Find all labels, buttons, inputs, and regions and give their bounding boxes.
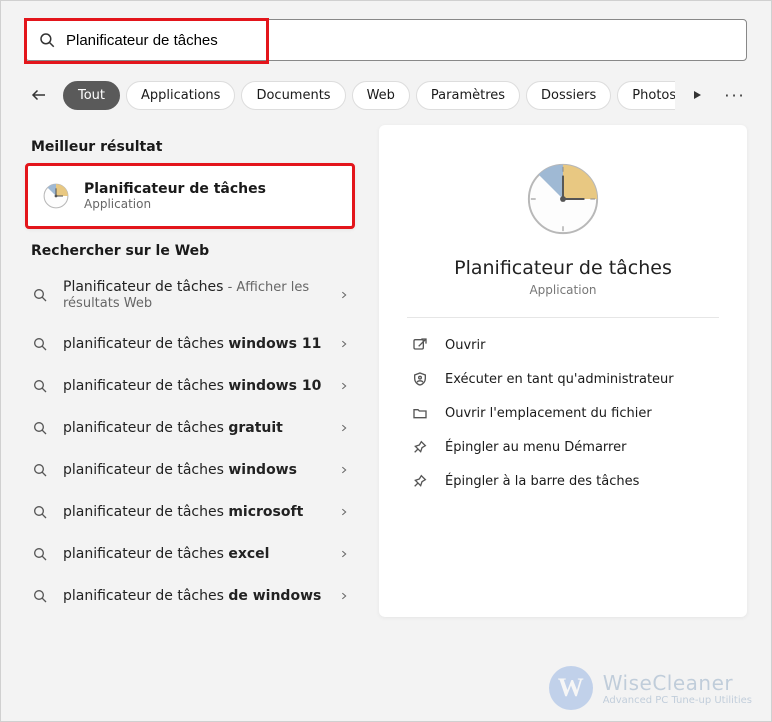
chevron-right-icon <box>339 591 349 601</box>
best-result-heading: Meilleur résultat <box>31 139 355 155</box>
web-result-text: planificateur de tâches windows 11 <box>63 336 321 352</box>
search-icon <box>31 503 49 521</box>
web-result-text: planificateur de tâches windows <box>63 462 297 478</box>
search-input[interactable] <box>66 32 734 49</box>
preview-action-pin[interactable]: Épingler au menu Démarrer <box>407 430 719 464</box>
preview-app-icon <box>523 159 603 239</box>
search-icon <box>31 419 49 437</box>
action-label: Exécuter en tant qu'administrateur <box>445 372 674 387</box>
best-result-item[interactable]: Planificateur de tâches Application <box>25 163 355 229</box>
divider <box>407 317 719 318</box>
watermark-logo: W <box>549 666 593 710</box>
back-button[interactable] <box>21 77 57 113</box>
action-label: Ouvrir <box>445 338 485 353</box>
watermark-tagline: Advanced PC Tune-up Utilities <box>603 695 752 706</box>
web-result-item[interactable]: Planificateur de tâches - Afficher les r… <box>25 267 355 323</box>
chevron-right-icon <box>339 549 349 559</box>
web-result-item[interactable]: planificateur de tâches microsoft <box>25 491 355 533</box>
preview-action-admin[interactable]: Exécuter en tant qu'administrateur <box>407 362 719 396</box>
watermark-brand: WiseCleaner <box>603 671 752 695</box>
web-result-item[interactable]: planificateur de tâches windows <box>25 449 355 491</box>
best-result-title: Planificateur de tâches <box>84 181 266 197</box>
chevron-right-icon <box>339 465 349 475</box>
action-label: Ouvrir l'emplacement du fichier <box>445 406 652 421</box>
search-icon <box>31 545 49 563</box>
web-result-item[interactable]: planificateur de tâches excel <box>25 533 355 575</box>
folder-icon <box>411 404 429 422</box>
search-icon <box>31 377 49 395</box>
best-result-subtitle: Application <box>84 197 266 211</box>
filter-pill-dossiers[interactable]: Dossiers <box>526 81 611 110</box>
preview-title: Planificateur de tâches <box>407 257 719 279</box>
task-scheduler-icon <box>40 180 72 212</box>
search-icon <box>38 31 56 49</box>
web-result-text: planificateur de tâches excel <box>63 546 269 562</box>
search-bar[interactable] <box>25 19 747 61</box>
pin-icon <box>411 438 429 456</box>
search-icon <box>31 461 49 479</box>
web-result-text: planificateur de tâches windows 10 <box>63 378 321 394</box>
web-result-text: planificateur de tâches de windows <box>63 588 321 604</box>
web-result-item[interactable]: planificateur de tâches windows 10 <box>25 365 355 407</box>
chevron-right-icon <box>339 423 349 433</box>
web-result-item[interactable]: planificateur de tâches de windows <box>25 575 355 617</box>
web-result-text: planificateur de tâches gratuit <box>63 420 283 436</box>
admin-icon <box>411 370 429 388</box>
preview-pane: Planificateur de tâches Application Ouvr… <box>379 125 747 617</box>
filter-row: ToutApplicationsDocumentsWebParamètresDo… <box>1 71 771 125</box>
action-label: Épingler à la barre des tâches <box>445 474 639 489</box>
more-options-button[interactable]: ··· <box>719 79 751 111</box>
web-result-item[interactable]: planificateur de tâches gratuit <box>25 407 355 449</box>
filter-pill-documents[interactable]: Documents <box>241 81 345 110</box>
search-icon <box>31 286 49 304</box>
preview-action-folder[interactable]: Ouvrir l'emplacement du fichier <box>407 396 719 430</box>
chevron-right-icon <box>339 339 349 349</box>
filter-pill-paramètres[interactable]: Paramètres <box>416 81 520 110</box>
scroll-right-button[interactable] <box>681 79 713 111</box>
web-result-text: Planificateur de tâches - Afficher les r… <box>63 279 309 311</box>
web-result-text: planificateur de tâches microsoft <box>63 504 303 520</box>
filter-pill-web[interactable]: Web <box>352 81 410 110</box>
chevron-right-icon <box>339 290 349 300</box>
search-icon <box>31 587 49 605</box>
chevron-right-icon <box>339 381 349 391</box>
chevron-right-icon <box>339 507 349 517</box>
web-result-item[interactable]: planificateur de tâches windows 11 <box>25 323 355 365</box>
open-icon <box>411 336 429 354</box>
preview-action-open[interactable]: Ouvrir <box>407 328 719 362</box>
preview-action-pin[interactable]: Épingler à la barre des tâches <box>407 464 719 498</box>
action-label: Épingler au menu Démarrer <box>445 440 626 455</box>
watermark: W WiseCleaner Advanced PC Tune-up Utilit… <box>549 666 752 710</box>
pin-icon <box>411 472 429 490</box>
filter-pill-applications[interactable]: Applications <box>126 81 235 110</box>
filter-pill-tout[interactable]: Tout <box>63 81 120 110</box>
web-results-heading: Rechercher sur le Web <box>31 243 355 259</box>
filter-pill-photos[interactable]: Photos <box>617 81 675 110</box>
preview-subtitle: Application <box>407 283 719 297</box>
search-icon <box>31 335 49 353</box>
